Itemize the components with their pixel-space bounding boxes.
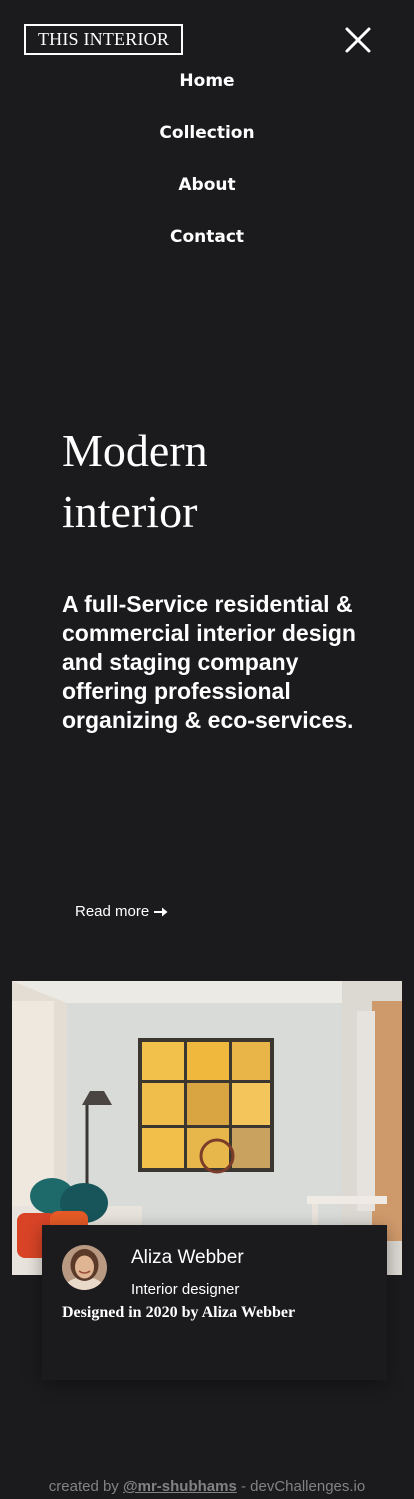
hero-description: A full-Service residential & commercial … [62,591,356,733]
nav-item-about[interactable]: About [0,168,414,202]
hero-title-line2: interior [62,486,198,537]
site-logo[interactable]: THIS INTERIOR [24,24,183,55]
hero-title: Modern interior [62,420,362,542]
footer-separator: - [236,1478,251,1495]
designer-caption: Designed in 2020 by Aliza Webber [62,1304,296,1321]
arrow-right-icon [154,907,168,917]
logo-text: THIS INTERIOR [37,29,170,49]
designer-card: Aliza Webber Interior designer Designed … [42,1225,387,1380]
designer-avatar [62,1245,107,1290]
read-more-label: Read more [75,903,150,920]
close-icon [345,27,371,53]
close-menu-button[interactable] [343,25,373,55]
footer-prefix: created by [48,1478,123,1495]
nav-item-collection[interactable]: Collection [0,116,414,150]
hero-title-line1: Modern [62,425,208,476]
nav-item-home[interactable]: Home [0,64,414,98]
nav-item-contact[interactable]: Contact [0,220,414,254]
footer-author-link[interactable]: @mr-shubhams [123,1478,237,1495]
designer-role: Interior designer [131,1281,240,1298]
footer: created by @mr-shubhams - devChallenges.… [0,1477,414,1497]
footer-site: devChallenges.io [250,1478,366,1495]
designer-name: Aliza Webber [131,1247,244,1268]
read-more-link[interactable]: Read more [75,902,168,922]
